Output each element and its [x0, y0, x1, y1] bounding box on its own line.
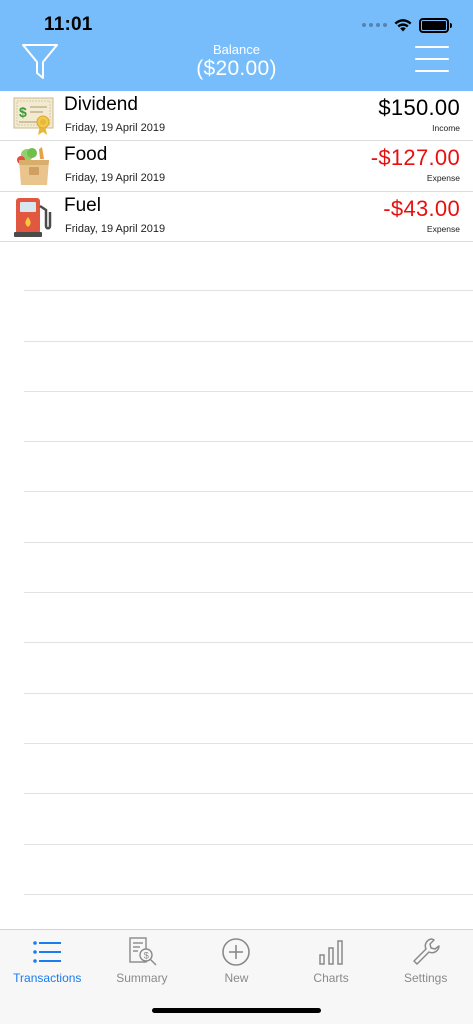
empty-row-divider [24, 643, 473, 694]
tab-label: Summary [116, 971, 168, 985]
transaction-title: Food [64, 144, 108, 166]
empty-row-divider [24, 845, 473, 895]
balance-value: ($20.00) [196, 57, 277, 80]
summary-report-icon: $ [129, 937, 157, 966]
wrench-icon [412, 938, 440, 965]
hamburger-icon [415, 46, 451, 72]
empty-row-divider [24, 442, 473, 493]
transaction-title: Fuel [64, 194, 101, 216]
svg-text:$: $ [19, 104, 27, 120]
transaction-type: Income [432, 123, 460, 133]
empty-row-divider [24, 794, 473, 845]
fuel-pump-icon [14, 197, 52, 237]
list-icon [33, 941, 62, 963]
transaction-row-dividend[interactable]: $ Dividend Friday, 19 April 2019 $150.00… [0, 91, 473, 142]
transaction-date: Friday, 19 April 2019 [65, 222, 166, 235]
wifi-icon [394, 19, 412, 32]
empty-row-divider [24, 291, 473, 342]
status-time: 11:01 [44, 14, 93, 35]
transaction-title: Dividend [64, 94, 138, 115]
tab-label: Transactions [13, 971, 82, 985]
transaction-type: Expense [426, 173, 460, 184]
tab-charts[interactable]: Charts [284, 930, 379, 990]
svg-text:$: $ [144, 951, 149, 961]
battery-icon [419, 17, 452, 33]
empty-row-divider [24, 392, 473, 443]
transaction-amount: $150.00 [378, 95, 460, 120]
grocery-bag-icon [17, 147, 49, 186]
transaction-amount: -$127.00 [370, 145, 460, 171]
empty-row-divider [24, 744, 473, 795]
tab-label: Charts [313, 971, 349, 985]
transaction-row-fuel[interactable]: Fuel Friday, 19 April 2019 -$43.00 Expen… [0, 192, 473, 243]
empty-row-divider [24, 342, 473, 392]
tab-new[interactable]: New [189, 930, 284, 990]
balance-label: Balance [213, 42, 260, 57]
empty-list-rows [24, 241, 473, 895]
empty-row-divider [24, 492, 473, 543]
tab-summary[interactable]: $ Summary [95, 930, 190, 990]
empty-row-divider [24, 543, 473, 594]
home-indicator [152, 1008, 321, 1013]
bar-chart-icon [319, 940, 343, 965]
empty-row-divider [24, 694, 473, 744]
transaction-amount: -$43.00 [383, 195, 460, 221]
certificate-icon: $ [13, 97, 54, 135]
header-bar: 11:01 Balance ($20.00) [0, 0, 473, 91]
empty-row-divider [24, 593, 473, 644]
transaction-type: Expense [426, 223, 460, 234]
transaction-list: $ Dividend Friday, 19 April 2019 $150.00… [0, 91, 473, 243]
signal-icon [362, 23, 387, 27]
transaction-row-food[interactable]: Food Friday, 19 April 2019 -$127.00 Expe… [0, 141, 473, 192]
tab-label: Settings [404, 971, 448, 985]
transaction-date: Friday, 19 April 2019 [65, 172, 166, 185]
tab-transactions[interactable]: Transactions [0, 930, 95, 990]
transaction-date: Friday, 19 April 2019 [65, 122, 166, 134]
empty-row-divider [24, 241, 473, 292]
menu-button[interactable] [415, 46, 451, 76]
add-circle-icon [222, 938, 251, 966]
status-indicators [362, 16, 452, 34]
tab-label: New [224, 971, 249, 985]
tab-settings[interactable]: Settings [378, 930, 473, 990]
